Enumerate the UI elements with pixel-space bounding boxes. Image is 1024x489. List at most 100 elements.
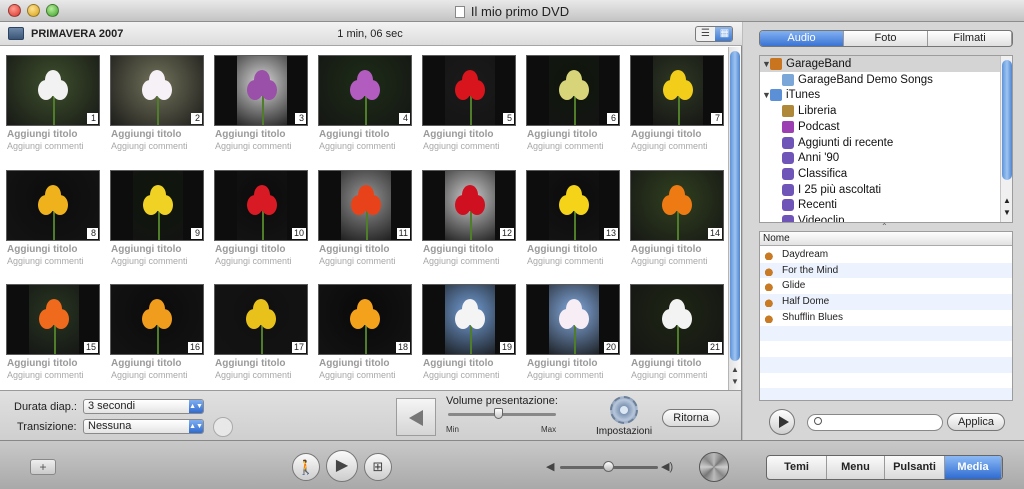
photo-comment[interactable]: Aggiungi commenti: [423, 256, 500, 266]
photo-item[interactable]: 14 Aggiungi titolo Aggiungi commenti: [624, 162, 724, 272]
source-item[interactable]: Podcast: [760, 119, 1000, 135]
photo-thumbnail[interactable]: 18: [318, 284, 412, 355]
scroll-up-arrow[interactable]: ▲: [731, 365, 739, 374]
photo-item[interactable]: 3 Aggiungi titolo Aggiungi commenti: [208, 47, 308, 157]
burn-icon[interactable]: [699, 452, 729, 482]
photo-thumbnail[interactable]: 7: [630, 55, 724, 126]
list-view-icon[interactable]: ☰: [696, 27, 715, 41]
mode-tab-menu[interactable]: Menu: [827, 456, 885, 479]
source-item[interactable]: GarageBand Demo Songs: [760, 72, 1000, 88]
apply-button[interactable]: Applica: [947, 413, 1005, 431]
transition-select[interactable]: Nessuna ▲▼: [83, 419, 204, 434]
photo-title[interactable]: Aggiungi titolo: [7, 358, 78, 369]
photo-comment[interactable]: Aggiungi commenti: [111, 370, 188, 380]
slide-duration-select[interactable]: 3 secondi ▲▼: [83, 399, 204, 414]
gear-icon[interactable]: [610, 396, 638, 424]
mode-tab-media[interactable]: Media: [945, 456, 1002, 479]
photo-title[interactable]: Aggiungi titolo: [423, 244, 494, 255]
photo-title[interactable]: Aggiungi titolo: [111, 129, 182, 140]
scroll-down-arrow[interactable]: ▼: [731, 377, 739, 386]
photo-comment[interactable]: Aggiungi commenti: [319, 141, 396, 151]
photo-comment[interactable]: Aggiungi commenti: [527, 256, 604, 266]
photo-item[interactable]: 4 Aggiungi titolo Aggiungi commenti: [312, 47, 412, 157]
photo-item[interactable]: 17 Aggiungi titolo Aggiungi commenti: [208, 276, 308, 386]
photo-item[interactable]: 21 Aggiungi titolo Aggiungi commenti: [624, 276, 724, 386]
photo-thumbnail[interactable]: 5: [422, 55, 516, 126]
photo-title[interactable]: Aggiungi titolo: [319, 358, 390, 369]
motion-icon[interactable]: 🚶: [292, 453, 320, 481]
source-item[interactable]: Anni '90: [760, 150, 1000, 166]
volume-slider-thumb[interactable]: [494, 408, 503, 419]
photo-item[interactable]: 6 Aggiungi titolo Aggiungi commenti: [520, 47, 620, 157]
photo-title[interactable]: Aggiungi titolo: [527, 358, 598, 369]
photo-item[interactable]: 9 Aggiungi titolo Aggiungi commenti: [104, 162, 204, 272]
play-icon[interactable]: ▶: [326, 450, 358, 482]
photo-comment[interactable]: Aggiungi commenti: [215, 256, 292, 266]
source-item[interactable]: Libreria: [760, 103, 1000, 119]
photo-item[interactable]: 8 Aggiungi titolo Aggiungi commenti: [0, 162, 100, 272]
photo-comment[interactable]: Aggiungi commenti: [319, 256, 396, 266]
playback-volume-thumb[interactable]: [603, 461, 614, 472]
photo-item[interactable]: 15 Aggiungi titolo Aggiungi commenti: [0, 276, 100, 386]
photo-item[interactable]: 20 Aggiungi titolo Aggiungi commenti: [520, 276, 620, 386]
source-item[interactable]: Classifica: [760, 166, 1000, 182]
photo-thumbnail[interactable]: 12: [422, 170, 516, 241]
photo-title[interactable]: Aggiungi titolo: [7, 244, 78, 255]
source-item[interactable]: ▼ GarageBand: [760, 56, 1000, 72]
photo-thumbnail[interactable]: 17: [214, 284, 308, 355]
photo-thumbnail[interactable]: 16: [110, 284, 204, 355]
photo-thumbnail[interactable]: 9: [110, 170, 204, 241]
photo-grid-scrollbar[interactable]: ▲ ▼: [728, 47, 741, 390]
photo-comment[interactable]: Aggiungi commenti: [111, 256, 188, 266]
photo-title[interactable]: Aggiungi titolo: [631, 244, 702, 255]
source-item[interactable]: I 25 più ascoltati: [760, 182, 1000, 198]
photo-comment[interactable]: Aggiungi commenti: [7, 141, 84, 151]
photo-comment[interactable]: Aggiungi commenti: [423, 370, 500, 380]
photo-item[interactable]: 10 Aggiungi titolo Aggiungi commenti: [208, 162, 308, 272]
song-column-header[interactable]: Nome: [760, 232, 1012, 246]
photo-item[interactable]: 11 Aggiungi titolo Aggiungi commenti: [312, 162, 412, 272]
photo-title[interactable]: Aggiungi titolo: [111, 244, 182, 255]
photo-title[interactable]: Aggiungi titolo: [215, 129, 286, 140]
song-row[interactable]: Daydream: [760, 247, 1012, 263]
photo-title[interactable]: Aggiungi titolo: [319, 129, 390, 140]
back-button[interactable]: Ritorna: [662, 409, 720, 427]
photo-title[interactable]: Aggiungi titolo: [111, 358, 182, 369]
scroll-up-arrow[interactable]: ▲: [1003, 196, 1011, 205]
source-item[interactable]: Recenti: [760, 197, 1000, 213]
photo-item[interactable]: 16 Aggiungi titolo Aggiungi commenti: [104, 276, 204, 386]
photo-item[interactable]: 12 Aggiungi titolo Aggiungi commenti: [416, 162, 516, 272]
song-row[interactable]: Half Dome: [760, 294, 1012, 311]
photo-title[interactable]: Aggiungi titolo: [319, 244, 390, 255]
photo-comment[interactable]: Aggiungi commenti: [111, 141, 188, 151]
photo-title[interactable]: Aggiungi titolo: [527, 244, 598, 255]
photo-comment[interactable]: Aggiungi commenti: [631, 141, 708, 151]
add-button[interactable]: +: [30, 459, 56, 475]
photo-thumbnail[interactable]: 8: [6, 170, 100, 241]
photo-thumbnail[interactable]: 21: [630, 284, 724, 355]
grid-view-icon[interactable]: ▦: [715, 27, 732, 41]
photo-title[interactable]: Aggiungi titolo: [215, 244, 286, 255]
photo-item[interactable]: 5 Aggiungi titolo Aggiungi commenti: [416, 47, 516, 157]
photo-item[interactable]: 7 Aggiungi titolo Aggiungi commenti: [624, 47, 724, 157]
photo-thumbnail[interactable]: 14: [630, 170, 724, 241]
photo-thumbnail[interactable]: 11: [318, 170, 412, 241]
photo-title[interactable]: Aggiungi titolo: [527, 129, 598, 140]
photo-comment[interactable]: Aggiungi commenti: [7, 256, 84, 266]
source-item[interactable]: Videoclip: [760, 213, 1000, 222]
photo-title[interactable]: Aggiungi titolo: [423, 358, 494, 369]
photo-thumbnail[interactable]: 20: [526, 284, 620, 355]
photo-item[interactable]: 1 Aggiungi titolo Aggiungi commenti: [0, 47, 100, 157]
photo-title[interactable]: Aggiungi titolo: [215, 358, 286, 369]
photo-thumbnail[interactable]: 10: [214, 170, 308, 241]
scrollbar-thumb[interactable]: [1002, 60, 1012, 180]
photo-comment[interactable]: Aggiungi commenti: [527, 370, 604, 380]
photo-comment[interactable]: Aggiungi commenti: [215, 141, 292, 151]
photo-comment[interactable]: Aggiungi commenti: [319, 370, 396, 380]
map-icon[interactable]: ⊞: [364, 453, 392, 481]
song-row[interactable]: Shufflin Blues: [760, 309, 1012, 326]
tab-audio[interactable]: Audio: [760, 31, 844, 46]
scrollbar-thumb[interactable]: [730, 51, 740, 361]
photo-thumbnail[interactable]: 13: [526, 170, 620, 241]
photo-item[interactable]: 13 Aggiungi titolo Aggiungi commenti: [520, 162, 620, 272]
